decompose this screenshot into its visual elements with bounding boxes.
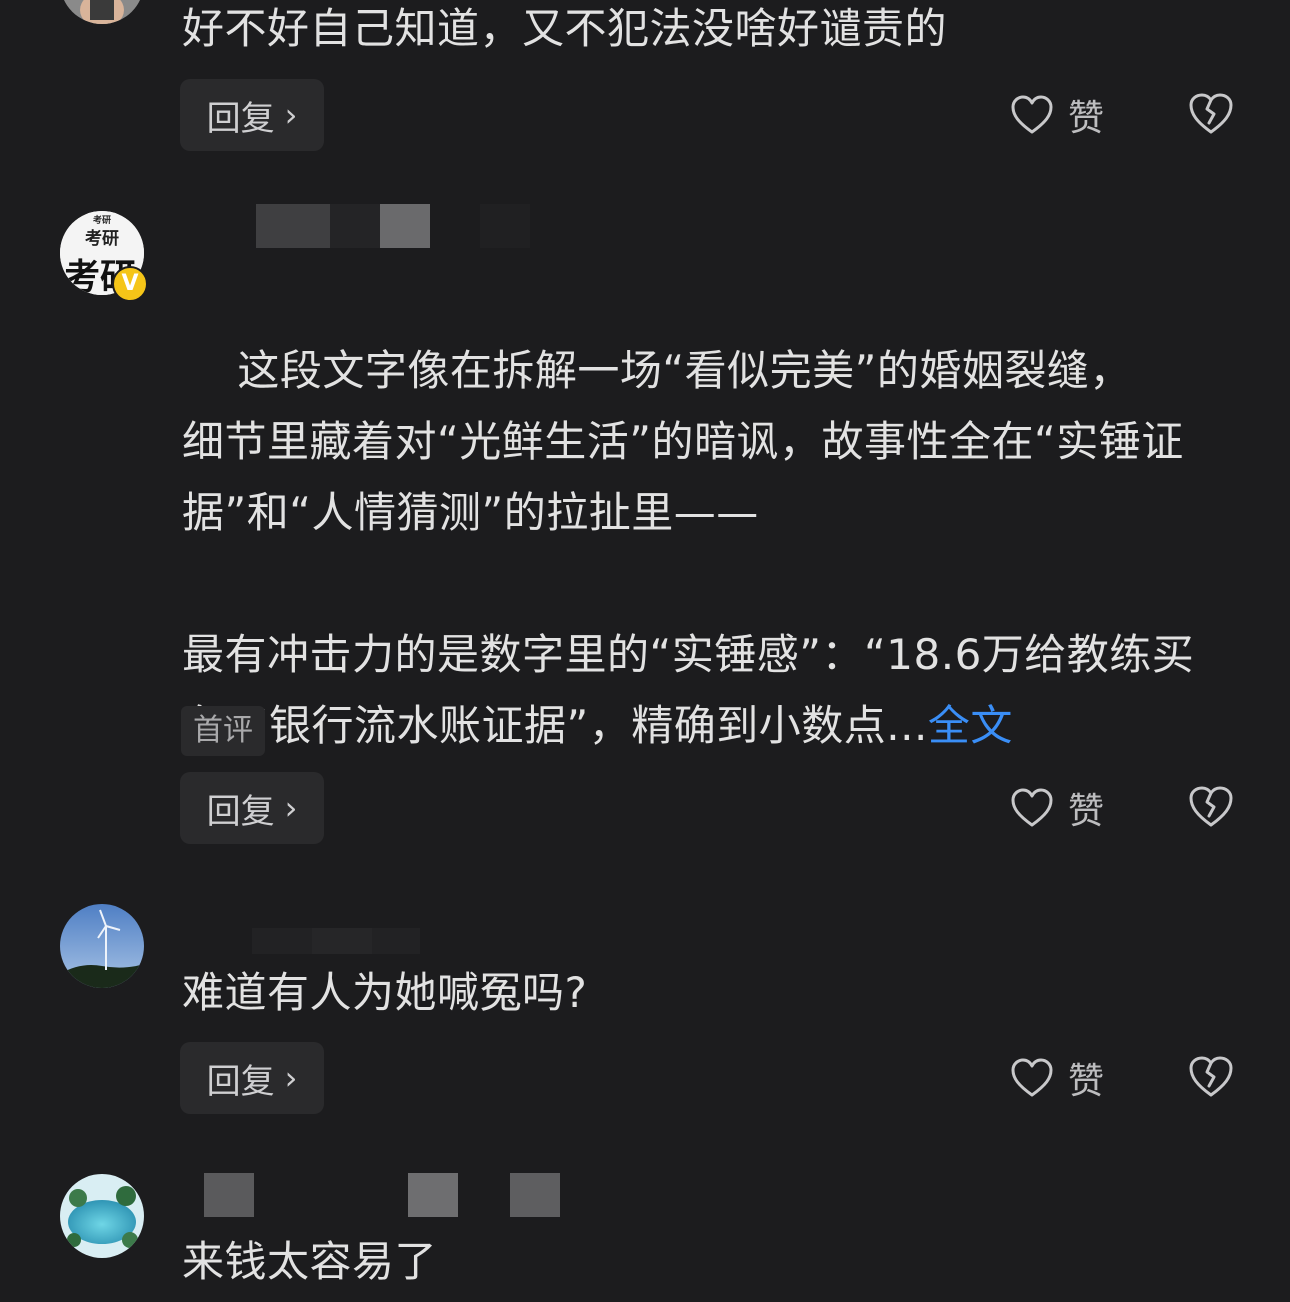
username-redacted <box>182 203 530 249</box>
broken-heart-icon <box>1188 92 1234 136</box>
dislike-button[interactable] <box>1188 1055 1234 1101</box>
avatar[interactable] <box>60 1174 144 1258</box>
expand-full-text-link[interactable]: 全文 <box>928 701 1013 750</box>
broken-heart-icon <box>1188 785 1234 829</box>
verified-badge: V <box>112 266 148 302</box>
heart-icon <box>1010 788 1054 828</box>
dislike-button[interactable] <box>1188 92 1234 138</box>
comment-text-body: 这段文字像在拆解一场“看似完美”的婚姻裂缝， 细节里藏着对“光鲜生活”的暗讽，故… <box>182 346 1195 750</box>
first-comment-tag: 首评 <box>181 706 265 756</box>
comment-text: 好不好自己知道，又不犯法没啥好谴责的 <box>182 4 948 53</box>
broken-heart-icon <box>1188 1055 1234 1099</box>
heart-icon <box>1010 95 1054 135</box>
avatar-text-top: 考研 <box>93 214 111 226</box>
comment-text: 难道有人为她喊冤吗? <box>182 968 588 1017</box>
avatar[interactable] <box>60 0 144 24</box>
like-button[interactable]: 赞 <box>1010 90 1104 140</box>
reply-button[interactable]: 回复 › <box>180 79 324 151</box>
username-redacted <box>182 1172 560 1218</box>
reply-label: 回复 <box>206 1061 275 1102</box>
reply-label: 回复 <box>206 791 275 832</box>
chevron-right-icon: › <box>284 96 298 134</box>
chevron-right-icon: › <box>284 789 298 827</box>
like-label: 赞 <box>1068 98 1105 139</box>
like-button[interactable]: 赞 <box>1010 783 1104 833</box>
heart-icon <box>1010 1058 1054 1098</box>
reply-label: 回复 <box>206 98 275 139</box>
chevron-right-icon: › <box>284 1059 298 1097</box>
comment-text: 这段文字像在拆解一场“看似完美”的婚姻裂缝， 细节里藏着对“光鲜生活”的暗讽，故… <box>182 264 1242 832</box>
avatar[interactable] <box>60 904 144 988</box>
like-button[interactable]: 赞 <box>1010 1053 1104 1103</box>
like-label: 赞 <box>1068 791 1105 832</box>
comment-text: 来钱太容易了 <box>182 1237 438 1286</box>
reply-button[interactable]: 回复 › <box>180 1042 324 1114</box>
reply-button[interactable]: 回复 › <box>180 772 324 844</box>
like-label: 赞 <box>1068 1061 1105 1102</box>
avatar-text-mid: 考研 <box>84 228 119 249</box>
dislike-button[interactable] <box>1188 785 1234 831</box>
